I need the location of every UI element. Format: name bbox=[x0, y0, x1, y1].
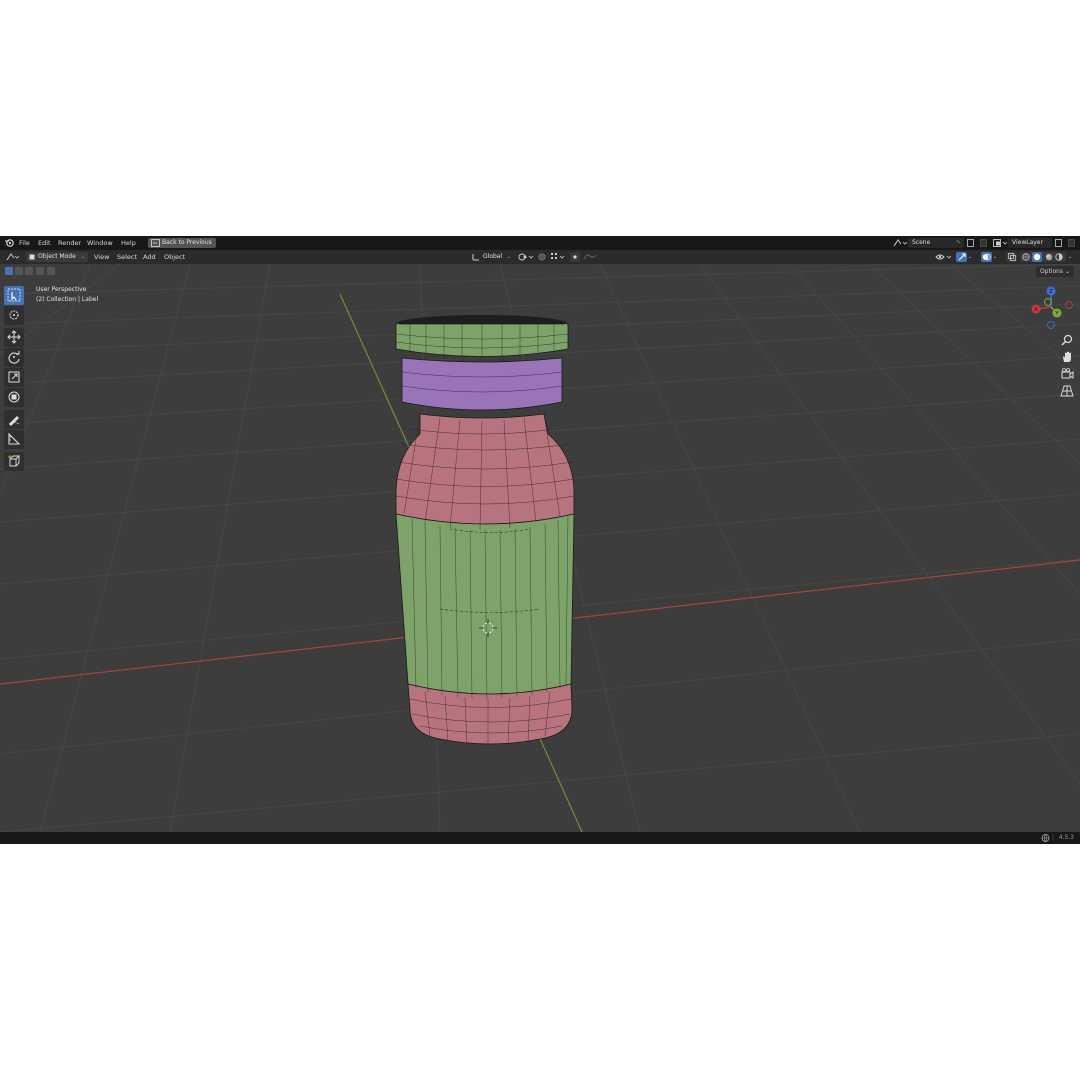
object-mode-icon bbox=[29, 254, 35, 260]
chevron-down-icon[interactable]: ⌄ bbox=[968, 250, 972, 264]
chevron-down-icon[interactable]: ⌄ bbox=[993, 250, 997, 264]
menu-object[interactable]: Object bbox=[164, 250, 185, 264]
select-box-tool[interactable] bbox=[4, 286, 24, 305]
menu-file[interactable]: File bbox=[19, 236, 30, 250]
pin-icon[interactable]: ✎ bbox=[956, 238, 961, 248]
menu-window[interactable]: Window bbox=[87, 236, 113, 250]
wireframe-shading-icon[interactable] bbox=[1022, 253, 1030, 261]
blender-window: File Edit Render Window Help Back to Pre… bbox=[0, 236, 1080, 844]
xray-toggle-button[interactable] bbox=[1006, 252, 1017, 262]
version-label: 4.5.3 bbox=[1058, 834, 1074, 841]
rotate-tool[interactable] bbox=[4, 348, 24, 367]
menu-select[interactable]: Select bbox=[117, 250, 137, 264]
cursor-3d-icon bbox=[9, 310, 19, 320]
status-bar: | 4.5.3 bbox=[0, 832, 1080, 844]
mode-label: Object Mode bbox=[38, 253, 76, 260]
transform-orientation-icon bbox=[472, 254, 479, 261]
shading-mode-group bbox=[1020, 252, 1066, 262]
remove-view-layer-icon[interactable] bbox=[1067, 236, 1077, 250]
annotate-tool[interactable] bbox=[4, 410, 24, 429]
visibility-selectability-icon[interactable] bbox=[935, 250, 953, 264]
gizmo-neg-z-icon[interactable] bbox=[1047, 321, 1055, 329]
transform-tool[interactable] bbox=[4, 388, 24, 407]
camera-view-button[interactable] bbox=[1060, 366, 1074, 380]
gizmo-y-label: Y bbox=[1054, 311, 1059, 317]
orientation-dropdown[interactable]: Global ⌄ bbox=[470, 252, 512, 262]
gizmo-neg-x-icon[interactable] bbox=[1065, 301, 1073, 309]
menu-add[interactable]: Add bbox=[143, 250, 156, 264]
transform-icon bbox=[8, 391, 20, 403]
scale-tool[interactable] bbox=[4, 368, 24, 387]
overlays-icon bbox=[982, 253, 991, 261]
viewport-3d[interactable] bbox=[0, 264, 1080, 832]
ruler-icon bbox=[8, 432, 21, 445]
new-scene-icon[interactable] bbox=[966, 236, 976, 250]
back-to-previous-label: Back to Previous bbox=[162, 239, 212, 246]
falloff-icon[interactable] bbox=[583, 250, 597, 264]
blender-logo-icon[interactable] bbox=[4, 236, 16, 250]
cube-add-icon bbox=[8, 455, 21, 467]
move-tool[interactable] bbox=[4, 328, 24, 347]
navigation-gizmo[interactable]: Z X Y bbox=[1028, 286, 1078, 332]
grid-perspective-icon bbox=[1060, 385, 1074, 397]
divider: | bbox=[1051, 834, 1054, 841]
back-to-previous-button[interactable]: Back to Previous bbox=[148, 238, 216, 248]
neck-purple bbox=[401, 357, 563, 411]
cursor-arrow-icon bbox=[7, 288, 21, 302]
chevron-down-icon: ⌄ bbox=[506, 254, 511, 260]
perspective-toggle-button[interactable] bbox=[1060, 383, 1074, 397]
scene-name: Scene bbox=[912, 239, 931, 246]
back-icon bbox=[151, 239, 160, 247]
solid-shading-icon bbox=[1033, 253, 1041, 261]
proportional-edit-button[interactable] bbox=[570, 252, 580, 262]
scale-icon bbox=[8, 371, 20, 383]
add-cube-tool[interactable] bbox=[4, 452, 24, 471]
scene-field[interactable]: Scene ✎ bbox=[908, 238, 964, 248]
zoom-button[interactable] bbox=[1060, 332, 1074, 346]
menu-view[interactable]: View bbox=[94, 250, 109, 264]
rotate-icon bbox=[8, 351, 20, 364]
viewport-header: Object Mode ⌄ View Select Add Object Glo… bbox=[0, 250, 1080, 264]
hand-icon bbox=[1063, 351, 1071, 362]
active-collection-label: (2) Collection | Label bbox=[36, 296, 99, 303]
overlays-toggle-button[interactable] bbox=[981, 252, 992, 262]
move-arrows-icon bbox=[7, 330, 21, 344]
view-perspective-label: User Perspective bbox=[36, 286, 87, 293]
camera-icon bbox=[1061, 368, 1074, 379]
menu-edit[interactable]: Edit bbox=[38, 236, 51, 250]
chevron-down-icon[interactable]: ⌄ bbox=[1068, 250, 1072, 264]
magnifier-icon bbox=[1061, 334, 1073, 346]
new-view-layer-icon[interactable] bbox=[1054, 236, 1064, 250]
scene-icon[interactable] bbox=[892, 236, 908, 250]
pivot-point-icon[interactable] bbox=[517, 250, 535, 264]
view-layer-icon[interactable] bbox=[992, 236, 1008, 250]
view-layer-field[interactable]: ViewLayer bbox=[1008, 238, 1052, 248]
mode-dropdown[interactable]: Object Mode ⌄ bbox=[26, 252, 88, 262]
gizmo-x-label: X bbox=[1034, 307, 1038, 313]
xray-icon bbox=[1008, 253, 1016, 261]
chevron-down-icon: ⌄ bbox=[80, 254, 85, 260]
cursor-tool[interactable] bbox=[4, 306, 24, 325]
pencil-icon bbox=[8, 416, 20, 426]
globe-icon bbox=[1041, 832, 1050, 844]
bottle-mesh[interactable] bbox=[395, 315, 575, 746]
rendered-shading-icon[interactable] bbox=[1055, 253, 1063, 261]
snap-toggle-icon[interactable] bbox=[537, 250, 547, 264]
menu-help[interactable]: Help bbox=[121, 236, 136, 250]
view-layer-name: ViewLayer bbox=[1012, 239, 1043, 246]
orientation-label: Global bbox=[483, 253, 503, 260]
proportional-edit-icon bbox=[573, 255, 577, 259]
snap-element-icon[interactable] bbox=[549, 250, 567, 264]
editor-type-icon[interactable] bbox=[5, 250, 21, 264]
measure-tool[interactable] bbox=[4, 430, 24, 449]
gizmo-toggle-button[interactable] bbox=[956, 252, 967, 262]
gizmo-icon bbox=[958, 253, 966, 261]
top-menu-bar: File Edit Render Window Help Back to Pre… bbox=[0, 236, 1080, 250]
material-shading-icon[interactable] bbox=[1045, 253, 1053, 261]
gizmo-z-label: Z bbox=[1049, 289, 1053, 295]
menu-render[interactable]: Render bbox=[58, 236, 81, 250]
remove-scene-icon[interactable] bbox=[979, 236, 989, 250]
solid-shading-button[interactable] bbox=[1032, 252, 1042, 262]
pan-button[interactable] bbox=[1060, 349, 1074, 363]
